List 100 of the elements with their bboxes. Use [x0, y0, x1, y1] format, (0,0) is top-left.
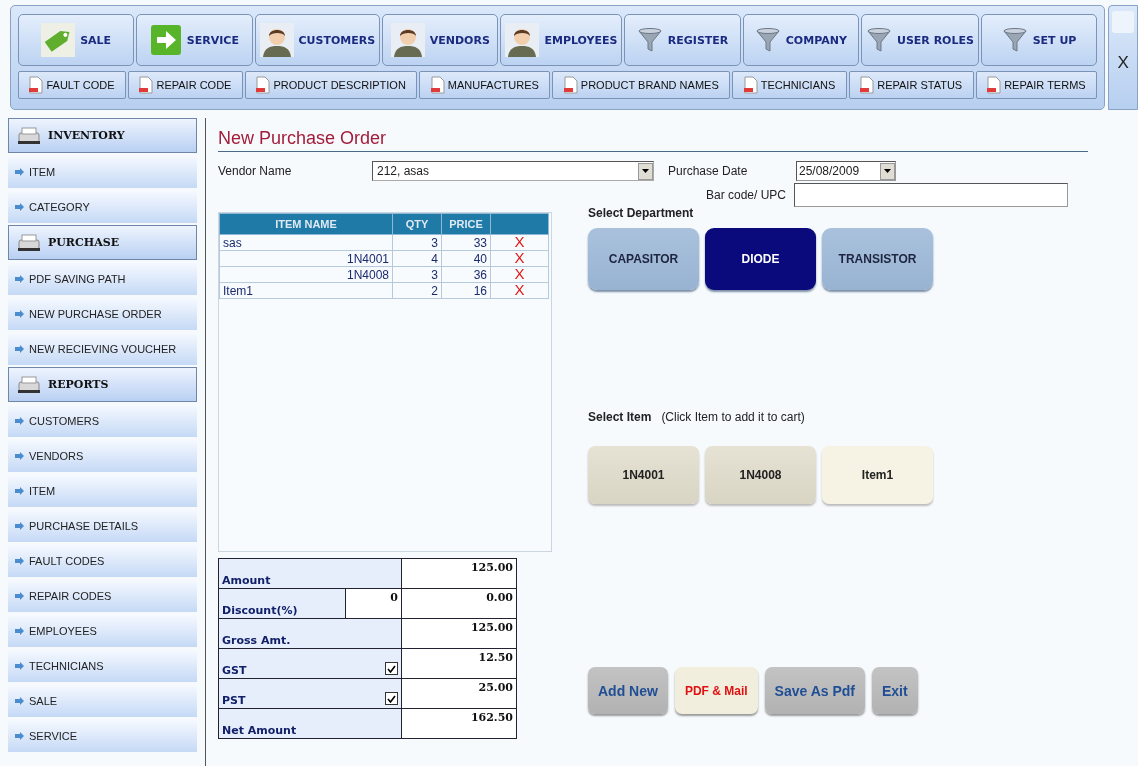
- printer-icon: [17, 233, 41, 252]
- total-value: 12.50: [401, 648, 517, 679]
- total-label: PST: [222, 694, 246, 707]
- document-icon: [256, 76, 271, 94]
- person-icon: [390, 23, 425, 57]
- submenu-button[interactable]: FAULT CODE: [18, 71, 126, 99]
- document-icon: [860, 76, 875, 94]
- menu-button[interactable]: SERVICE: [136, 14, 253, 66]
- table-cell: 40: [441, 250, 491, 267]
- menu-button[interactable]: EMPLOYEES: [500, 14, 623, 66]
- department-button[interactable]: CAPASITOR: [588, 228, 699, 290]
- document-icon: [139, 76, 154, 94]
- barcode-field[interactable]: [794, 183, 1068, 207]
- department-button[interactable]: DIODE: [705, 228, 816, 290]
- document-icon: [563, 76, 578, 94]
- discount-field[interactable]: 0: [345, 588, 402, 619]
- sidebar-item[interactable]: VENDORS: [8, 439, 197, 472]
- submenu-button[interactable]: TECHNICIANS: [732, 71, 847, 99]
- total-value: 162.50: [401, 708, 517, 739]
- date-picker[interactable]: 25/08/2009: [796, 161, 896, 181]
- menu-button[interactable]: COMPANY: [742, 14, 859, 66]
- menu-button[interactable]: SALE: [18, 14, 135, 66]
- action-button[interactable]: Exit: [871, 667, 918, 714]
- sidebar-item[interactable]: REPAIR CODES: [8, 579, 197, 612]
- sidebar-item[interactable]: CUSTOMERS: [8, 404, 197, 437]
- section-header[interactable]: PURCHASE: [8, 225, 197, 260]
- sidebar-item[interactable]: SERVICE: [8, 719, 197, 752]
- vendor-label: Vendor Name: [218, 164, 293, 178]
- submenu-button[interactable]: MANUFACTURES: [419, 71, 551, 99]
- column-header: ITEM NAME: [219, 213, 393, 235]
- sidebar-item[interactable]: FAULT CODES: [8, 544, 197, 577]
- vendor-dropdown[interactable]: 212, asas: [372, 161, 654, 181]
- submenu-button[interactable]: PRODUCT DESCRIPTION: [244, 71, 418, 99]
- menu-button[interactable]: VENDORS: [382, 14, 499, 66]
- action-button[interactable]: Add New: [588, 667, 668, 714]
- section-header[interactable]: INVENTORY: [8, 118, 197, 153]
- bullet-icon: [14, 450, 24, 461]
- menu-button[interactable]: REGISTER: [624, 14, 741, 66]
- total-value: 125.00: [401, 558, 517, 589]
- remove-button[interactable]: X: [514, 251, 525, 265]
- table-cell: 1N4008: [219, 266, 393, 283]
- pdf-mail-button[interactable]: PDF & Mail: [674, 667, 758, 714]
- form-title: New Purchase Order: [218, 128, 1088, 152]
- menu-button[interactable]: CUSTOMERS: [254, 14, 381, 66]
- bullet-icon: [14, 695, 24, 706]
- funnel-icon: [754, 27, 781, 53]
- barcode-label: Bar code/ UPC: [705, 188, 786, 202]
- bullet-icon: [14, 308, 24, 319]
- action-button[interactable]: Save As Pdf: [764, 667, 865, 714]
- remove-button[interactable]: X: [514, 235, 525, 249]
- remove-button[interactable]: X: [514, 267, 525, 281]
- section-label: Select Item: [588, 410, 652, 424]
- document-icon: [987, 76, 1002, 94]
- column-header: PRICE: [441, 213, 491, 235]
- bullet-icon: [14, 166, 24, 177]
- sidebar-item[interactable]: ITEM: [8, 474, 197, 507]
- sidebar-item[interactable]: NEW RECIEVING VOUCHER: [8, 332, 197, 365]
- document-icon: [29, 76, 44, 94]
- item-button[interactable]: 1N4008: [705, 446, 816, 504]
- column-header: QTY: [392, 213, 442, 235]
- submenu-button[interactable]: REPAIR TERMS: [975, 71, 1098, 99]
- sidebar-item[interactable]: TECHNICIANS: [8, 649, 197, 682]
- bullet-icon: [14, 415, 24, 426]
- printer-icon: [17, 126, 41, 145]
- submenu-button[interactable]: REPAIR CODE: [128, 71, 243, 99]
- menu-button[interactable]: USER ROLES: [861, 14, 979, 66]
- bullet-icon: [14, 201, 24, 212]
- bullet-icon: [14, 343, 24, 354]
- sidebar-item[interactable]: EMPLOYEES: [8, 614, 197, 647]
- remove-button[interactable]: X: [514, 283, 525, 297]
- person-icon: [505, 23, 540, 57]
- bullet-icon: [14, 730, 24, 741]
- sidebar-item[interactable]: PURCHASE DETAILS: [8, 509, 197, 542]
- table-cell: 36: [441, 266, 491, 283]
- bullet-icon: [14, 555, 24, 566]
- total-label: Discount(%): [218, 588, 346, 619]
- bullet-icon: [14, 590, 24, 601]
- close-button[interactable]: X: [1117, 53, 1129, 73]
- item-button[interactable]: Item1: [822, 446, 933, 504]
- bullet-icon: [14, 520, 24, 531]
- bullet-icon: [14, 485, 24, 496]
- section-header[interactable]: REPORTS: [8, 367, 197, 402]
- purchase-date-label: Purchase Date: [668, 164, 749, 178]
- sidebar-item[interactable]: CATEGORY: [8, 190, 197, 223]
- sidebar-item[interactable]: PDF SAVING PATH: [8, 262, 197, 295]
- department-button[interactable]: TRANSISTOR: [822, 228, 933, 290]
- funnel-icon: [1001, 27, 1028, 53]
- sidebar-item[interactable]: SALE: [8, 684, 197, 717]
- funnel-icon: [866, 27, 892, 53]
- menu-button[interactable]: SET UP: [980, 14, 1098, 66]
- submenu-button[interactable]: REPAIR STATUS: [848, 71, 974, 99]
- sidebar-item[interactable]: NEW PURCHASE ORDER: [8, 297, 197, 330]
- sidebar-item[interactable]: ITEM: [8, 155, 197, 188]
- table-cell: Item1: [219, 282, 393, 299]
- column-header: [490, 213, 549, 235]
- bullet-icon: [14, 625, 24, 636]
- submenu-button[interactable]: PRODUCT BRAND NAMES: [552, 71, 731, 99]
- tag-icon: [41, 23, 76, 57]
- item-button[interactable]: 1N4001: [588, 446, 699, 504]
- total-value: 125.00: [401, 618, 517, 649]
